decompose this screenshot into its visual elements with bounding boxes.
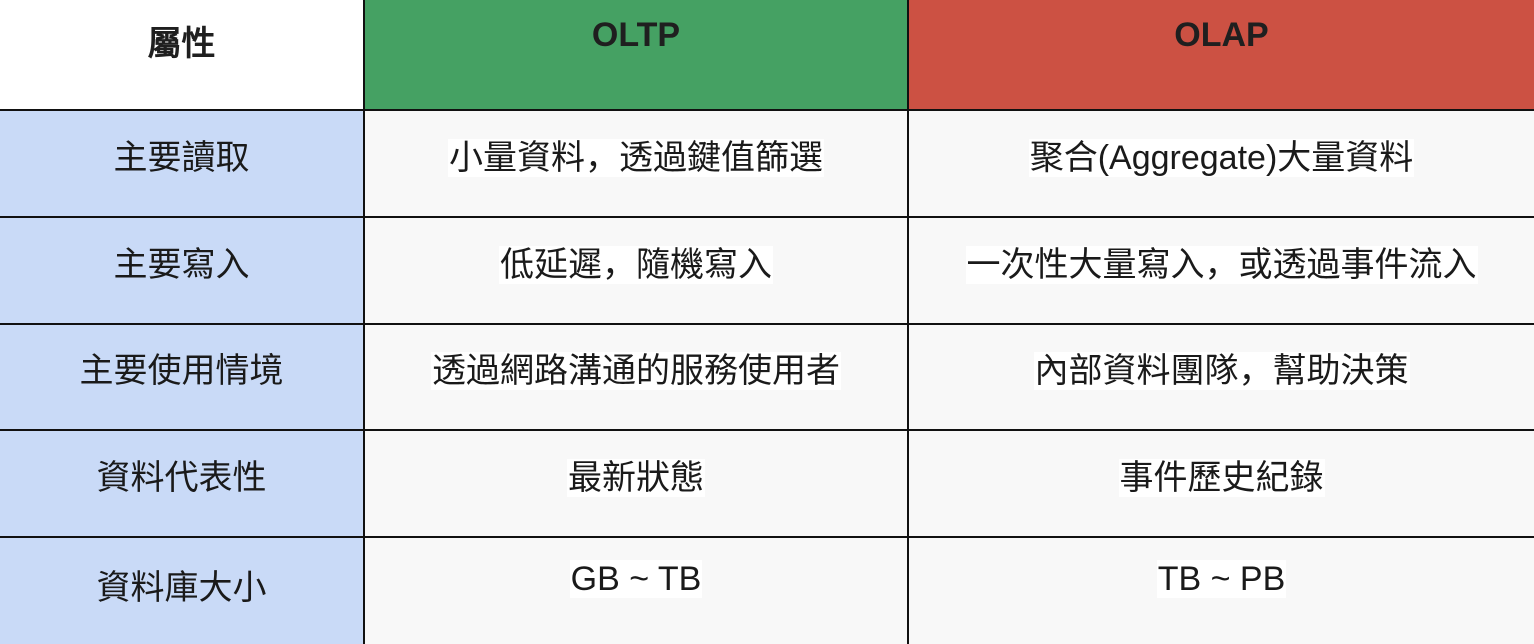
olap-cell: 事件歷史紀錄 (907, 429, 1534, 539)
oltp-value: 透過網路溝通的服務使用者 (431, 352, 841, 391)
table-row: 資料代表性 最新狀態 事件歷史紀錄 (0, 429, 1534, 539)
header-attribute: 屬性 (0, 0, 365, 111)
attribute-cell: 主要使用情境 (0, 322, 365, 432)
olap-value: 一次性大量寫入，或透過事件流入 (965, 245, 1478, 284)
oltp-value: GB ~ TB (569, 560, 703, 599)
table-row: 主要寫入 低延遲，隨機寫入 一次性大量寫入，或透過事件流入 (0, 215, 1534, 325)
header-oltp: OLTP (363, 0, 909, 111)
oltp-cell: 透過網路溝通的服務使用者 (363, 322, 909, 432)
oltp-cell: 小量資料，透過鍵值篩選 (363, 109, 909, 218)
table-row: 主要讀取 小量資料，透過鍵值篩選 聚合(Aggregate)大量資料 (0, 109, 1534, 218)
olap-cell: 聚合(Aggregate)大量資料 (907, 109, 1534, 218)
olap-cell: 內部資料團隊，幫助決策 (907, 322, 1534, 432)
olap-value: 聚合(Aggregate)大量資料 (1028, 138, 1415, 177)
olap-value: 事件歷史紀錄 (1118, 459, 1325, 498)
table-header: 屬性 OLTP OLAP (0, 0, 1534, 111)
header-olap: OLAP (907, 0, 1534, 111)
attribute-cell: 資料庫大小 (0, 536, 365, 644)
oltp-cell: 低延遲，隨機寫入 (363, 215, 909, 325)
attribute-cell: 資料代表性 (0, 429, 365, 539)
table-row: 資料庫大小 GB ~ TB TB ~ PB (0, 536, 1534, 644)
oltp-value: 小量資料，透過鍵值篩選 (448, 138, 824, 177)
attribute-cell: 主要寫入 (0, 215, 365, 325)
olap-value: TB ~ PB (1156, 560, 1287, 599)
olap-cell: 一次性大量寫入，或透過事件流入 (907, 215, 1534, 325)
olap-value: 內部資料團隊，幫助決策 (1033, 352, 1410, 391)
oltp-value: 最新狀態 (567, 459, 705, 498)
table-row: 主要使用情境 透過網路溝通的服務使用者 內部資料團隊，幫助決策 (0, 322, 1534, 432)
attribute-cell: 主要讀取 (0, 109, 365, 218)
table-body: 主要讀取 小量資料，透過鍵值篩選 聚合(Aggregate)大量資料 主要寫入 … (0, 109, 1534, 644)
oltp-cell: 最新狀態 (363, 429, 909, 539)
oltp-value: 低延遲，隨機寫入 (499, 245, 773, 284)
oltp-olap-comparison-table: 屬性 OLTP OLAP 主要讀取 小量資料，透過鍵值篩選 聚合(Aggrega… (0, 0, 1534, 644)
oltp-cell: GB ~ TB (363, 536, 909, 644)
olap-cell: TB ~ PB (907, 536, 1534, 644)
header-row: 屬性 OLTP OLAP (0, 0, 1534, 111)
